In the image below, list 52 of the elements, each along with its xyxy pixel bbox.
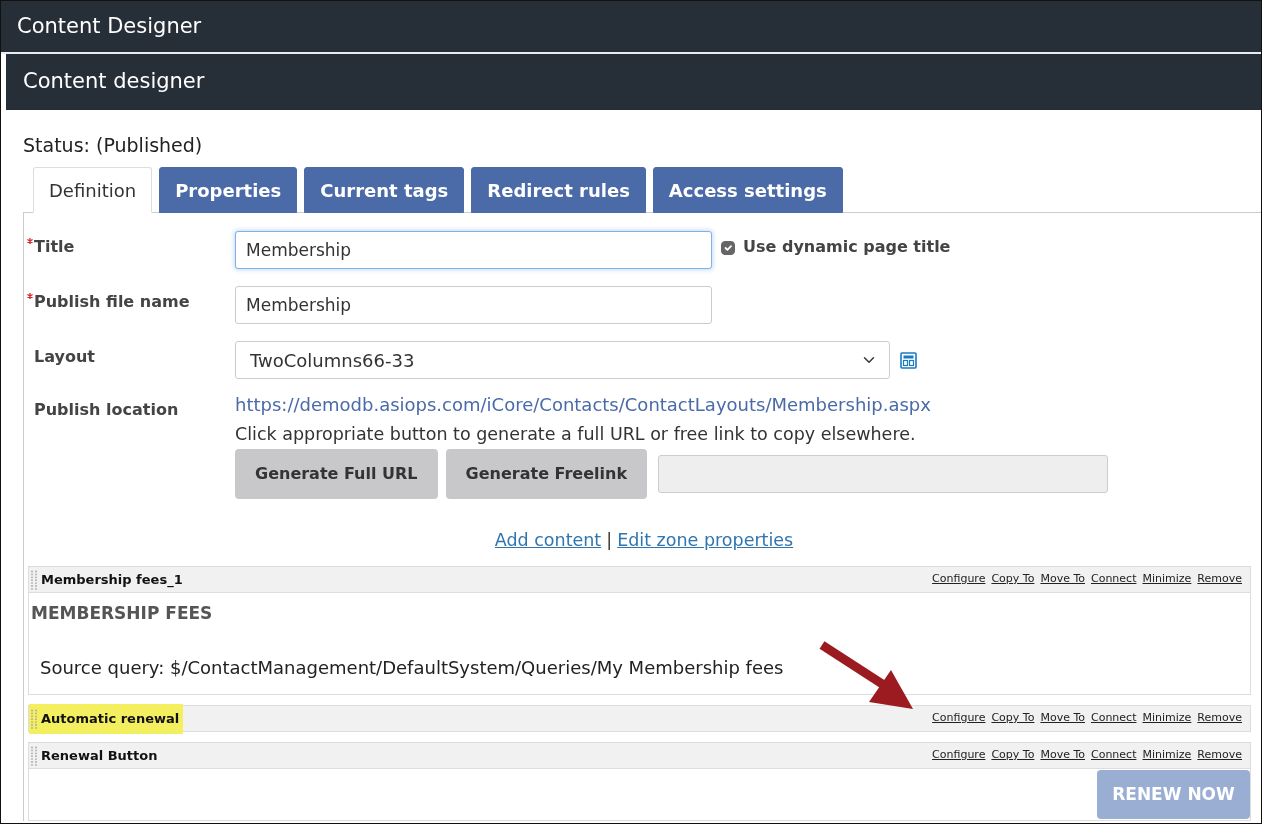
action-link[interactable]: Move To [1040,571,1085,588]
action-link[interactable]: Copy To [991,571,1035,588]
action-link[interactable]: Move To [1040,747,1085,764]
zone-link[interactable]: Edit zone properties [617,530,794,550]
action-link[interactable]: Copy To [991,710,1035,727]
drag-handle-icon [31,569,37,590]
tab[interactable]: Definition [33,167,153,213]
source-query-text: Source query: $/ContactManagement/DefaultSystem/Queries/My Membership fees [39,656,784,680]
drag-handle-icon [31,745,37,766]
generate-button[interactable]: Generate Freelink [445,449,648,499]
action-link[interactable]: Configure [932,747,986,764]
field-label: Layout [34,346,95,368]
web-part-title: Automatic renewal [41,709,180,728]
action-link[interactable]: Configure [932,710,986,727]
action-link[interactable]: Remove [1197,710,1242,727]
action-link[interactable]: Connect [1091,571,1137,588]
web-part-title: Membership fees_1 [41,570,183,590]
output-field[interactable] [658,455,1109,493]
zone-link[interactable]: Add content [494,530,602,550]
url-link[interactable]: https://demodb.asiops.com/iCore/Contacts/ContactLayouts/Membership.aspx [235,394,931,416]
checkbox-label: Use dynamic page title [743,236,951,258]
action-link[interactable]: Move To [1040,710,1085,727]
content-heading: MEMBERSHIP FEES [31,602,214,625]
action-link[interactable]: Copy To [991,747,1035,764]
generate-button[interactable]: Generate Full URL [235,449,438,499]
action-link[interactable]: Minimize [1142,747,1192,764]
action-link[interactable]: Connect [1091,747,1137,764]
action-link[interactable]: Minimize [1142,710,1192,727]
app-title: Content Designer [17,12,202,40]
field-label: Title [34,236,75,258]
layout-icon [900,352,917,369]
status-text: Status: (Published) [23,133,204,158]
tab[interactable]: Access settings [652,167,843,213]
panel-title: Content designer [23,68,205,96]
separator-text: | [606,530,613,550]
drag-handle-icon [31,708,37,729]
text-input[interactable]: Membership [235,286,712,324]
hint-text: Click appropriate button to generate a full URL or free link to copy elsewhere. [235,423,916,445]
action-link[interactable]: Remove [1197,571,1242,588]
tab[interactable]: Redirect rules [471,167,646,213]
field-label: Publish location [34,399,179,421]
layout-select[interactable]: TwoColumns66-33 [235,341,890,379]
web-part-title: Renewal Button [41,746,158,765]
action-link[interactable]: Minimize [1142,571,1192,588]
field-label: Publish file name [34,291,190,313]
tab[interactable]: Current tags [304,167,465,213]
checkbox[interactable] [721,241,735,255]
action-link[interactable]: Configure [932,571,986,588]
action-link[interactable]: Remove [1197,747,1242,764]
action-link[interactable]: Connect [1091,710,1137,727]
tab[interactable]: Properties [159,167,298,213]
text-input[interactable]: Membership [235,231,712,269]
